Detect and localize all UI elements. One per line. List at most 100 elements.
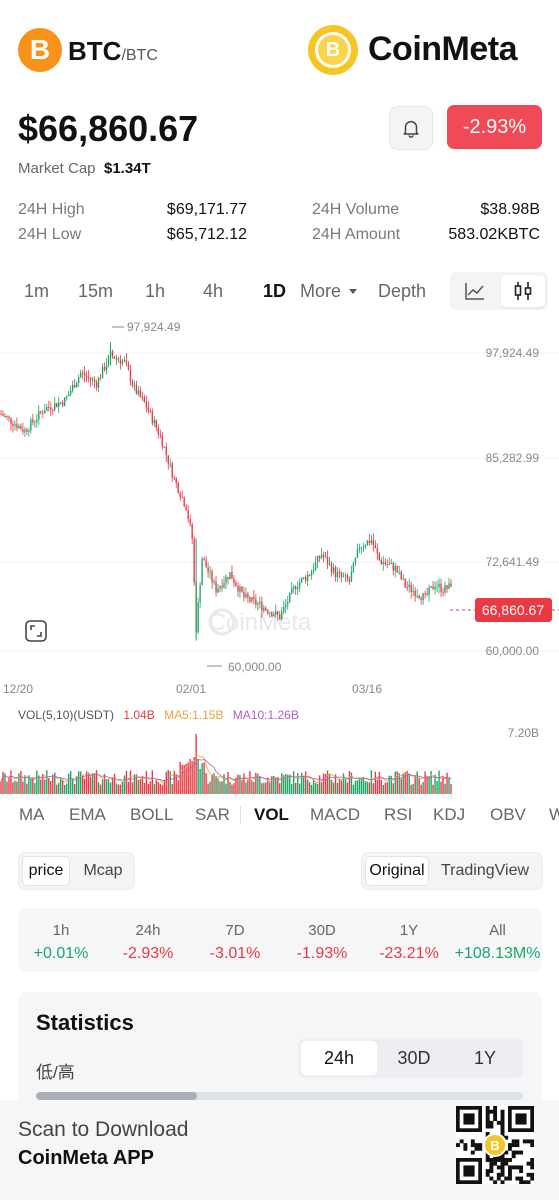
indicator-boll[interactable]: BOLL [130, 805, 173, 825]
timeframe-15m[interactable]: 15m [78, 281, 113, 302]
candle [394, 565, 396, 571]
qr-module [504, 1161, 509, 1166]
volume-bar [155, 780, 158, 794]
qr-module [515, 1165, 520, 1170]
qr-module [493, 1113, 498, 1118]
volume-bar [392, 783, 394, 794]
volume-bar [85, 771, 88, 794]
candle [71, 384, 74, 391]
volume-chart[interactable]: 7.20B [0, 722, 559, 796]
mcap-option[interactable]: Mcap [75, 856, 131, 886]
volume-bar [127, 781, 130, 794]
qr-module [478, 1143, 483, 1148]
timeframe-1d[interactable]: 1D [263, 281, 286, 302]
timeframe-more[interactable]: More [300, 281, 358, 302]
candle [261, 601, 263, 611]
price-alert-button[interactable] [389, 106, 433, 150]
volume-bar [159, 783, 161, 794]
qr-module [485, 1172, 490, 1177]
candle [251, 596, 253, 602]
volume-bar [316, 783, 319, 794]
volume-bar [18, 773, 20, 794]
range-30d[interactable]: 30D [378, 1041, 450, 1075]
volume-bar [332, 782, 335, 794]
indicator-sar[interactable]: SAR [195, 805, 230, 825]
depth-tab[interactable]: Depth [378, 281, 426, 302]
qr-module [526, 1172, 531, 1177]
range-1y[interactable]: 1Y [450, 1041, 520, 1075]
timeframe-1m[interactable]: 1m [24, 281, 49, 302]
qr-module [500, 1169, 505, 1174]
candle [430, 586, 432, 588]
qr-code[interactable]: B [456, 1106, 534, 1184]
price-chart[interactable]: CoinMeta 66,860.67 97,924.49 60,000.00 9… [0, 312, 559, 696]
chart-source-toggle: Original TradingView [361, 852, 543, 890]
line-chart-button[interactable] [453, 275, 497, 307]
qr-module [508, 1143, 512, 1148]
candle [175, 478, 177, 483]
volume-bar [422, 781, 424, 794]
volume-bar [197, 759, 199, 794]
range-24h[interactable]: 24h [301, 1041, 377, 1075]
candle [404, 578, 406, 587]
indicator-macd[interactable]: MACD [310, 805, 360, 825]
qr-module [504, 1176, 509, 1181]
indicator-vol[interactable]: VOL [254, 805, 289, 825]
volume-bar [245, 782, 247, 794]
candlestick-chart-icon [514, 282, 532, 300]
candle [408, 584, 410, 587]
volume-legend-ma10: MA10:1.26B [232, 708, 299, 722]
volume-bar [99, 784, 102, 794]
coinmeta-logo-icon: B [308, 25, 358, 75]
qr-module [485, 1109, 490, 1114]
candle [358, 548, 361, 550]
perf-label: All [489, 922, 506, 939]
volume-bar [372, 783, 375, 794]
candle [229, 572, 231, 580]
volume-bar [229, 782, 231, 794]
indicator-ma[interactable]: MA [19, 805, 45, 825]
candle [332, 567, 335, 573]
perf-value: -2.93% [122, 945, 174, 962]
candle [356, 548, 359, 558]
qr-module [489, 1165, 494, 1170]
volume-bar [199, 768, 201, 794]
fullscreen-button[interactable] [25, 620, 47, 642]
candle [362, 546, 365, 548]
price-option[interactable]: price [22, 856, 70, 886]
candle [169, 463, 171, 465]
candlestick-chart-button[interactable] [501, 275, 545, 307]
candle [406, 586, 408, 588]
candle [163, 446, 165, 448]
candle [386, 564, 388, 566]
indicator-obv[interactable]: OBV [490, 805, 526, 825]
timeframe-4h[interactable]: 4h [203, 281, 223, 302]
qr-module [496, 1165, 501, 1170]
indicator-w[interactable]: W [549, 805, 559, 825]
candle [298, 582, 301, 588]
stat-24h-high-value: $69,171.77 [166, 201, 247, 218]
candle [44, 410, 46, 414]
original-option[interactable]: Original [365, 856, 429, 886]
candle [89, 377, 92, 381]
volume-bar [221, 781, 223, 794]
scan-to-download-text: Scan to Download [18, 1118, 189, 1141]
qr-module [485, 1158, 490, 1162]
indicator-kdj[interactable]: KDJ [433, 805, 465, 825]
candle [324, 556, 327, 558]
candle [348, 579, 351, 582]
qr-module [526, 1180, 531, 1184]
candle [141, 396, 144, 398]
candle [193, 538, 195, 583]
tradingview-option[interactable]: TradingView [432, 856, 538, 886]
candle [40, 411, 42, 413]
candle [115, 358, 118, 360]
volume-bar [109, 782, 112, 794]
candle [259, 601, 261, 604]
indicator-ema[interactable]: EMA [69, 805, 106, 825]
perf-30d: 30D -1.93% [279, 908, 365, 963]
indicator-rsi[interactable]: RSI [384, 805, 412, 825]
candle [304, 577, 307, 581]
timeframe-1h[interactable]: 1h [145, 281, 165, 302]
qr-module [493, 1117, 498, 1122]
